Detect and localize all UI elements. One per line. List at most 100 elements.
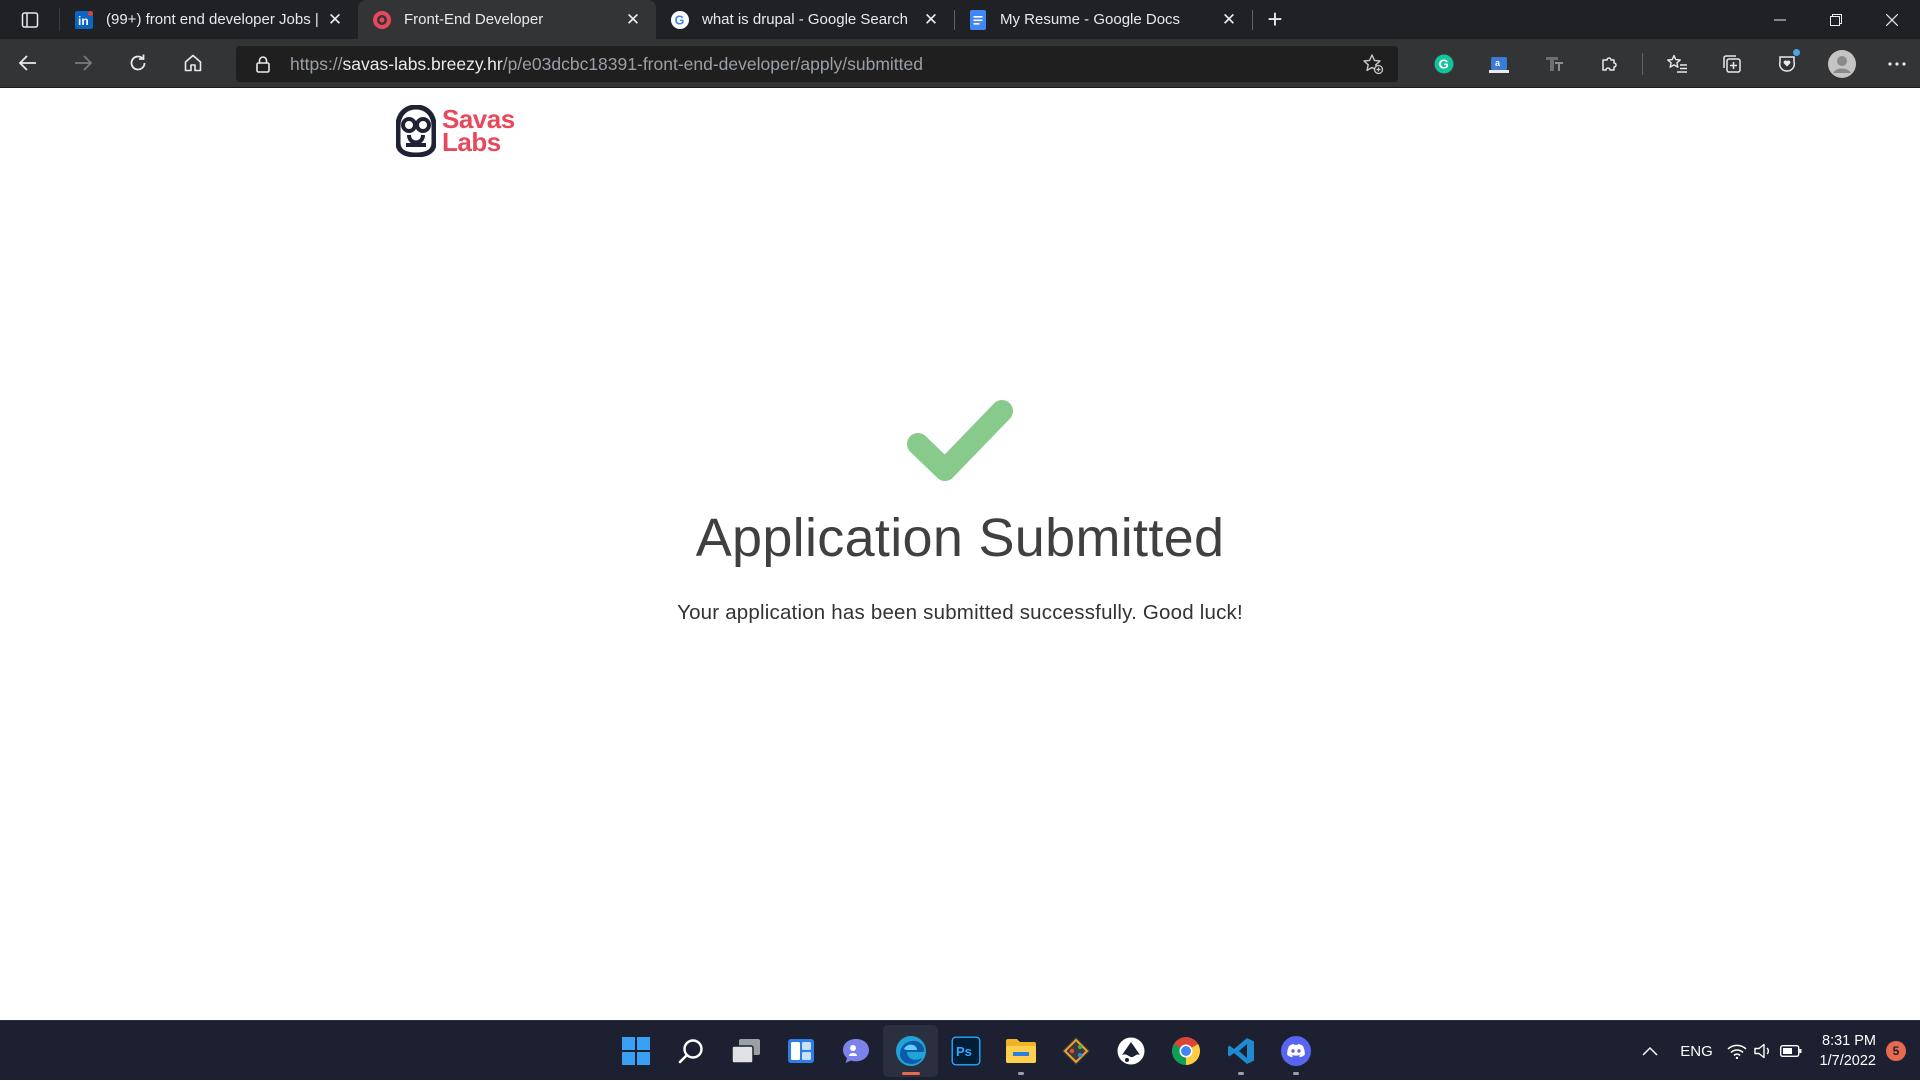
back-button[interactable] xyxy=(0,39,55,88)
wifi-icon xyxy=(1727,1044,1747,1059)
puzzle-icon xyxy=(1601,56,1617,71)
address-bar[interactable]: https://savas-labs.breezy.hr/p/e03dcbc18… xyxy=(236,46,1398,82)
favorites-list-icon xyxy=(1666,54,1687,73)
volume-status[interactable] xyxy=(1750,1021,1776,1081)
submission-confirmation: Application Submitted Your application h… xyxy=(0,397,1920,625)
collections-button[interactable] xyxy=(1704,39,1759,88)
forward-arrow-icon xyxy=(74,55,92,71)
settings-more-button[interactable] xyxy=(1869,39,1920,88)
grammarly-extension[interactable]: G xyxy=(1416,39,1471,88)
owl-logo-icon xyxy=(396,105,436,157)
git-button[interactable] xyxy=(1048,1025,1103,1077)
browser-tab-strip: in (99+) front end developer Jobs | ✕ Fr… xyxy=(0,0,1920,39)
google-docs-icon xyxy=(968,9,988,30)
teams-chat-button[interactable] xyxy=(828,1025,883,1077)
search-button[interactable] xyxy=(663,1025,718,1077)
url-scheme: https:// xyxy=(290,53,343,74)
new-tab-button[interactable]: + xyxy=(1252,0,1298,39)
widgets-button[interactable] xyxy=(773,1025,828,1077)
windows-start-icon xyxy=(621,1037,650,1065)
page-content: Savas Labs Application Submitted Your ap… xyxy=(0,89,1920,1020)
language-label: ENG xyxy=(1680,1042,1713,1060)
minimize-icon xyxy=(1774,19,1786,20)
file-explorer-button[interactable] xyxy=(993,1025,1048,1077)
logo-line-labs: Labs xyxy=(442,127,501,157)
home-icon xyxy=(184,54,201,72)
edge-taskbar-button[interactable] xyxy=(883,1025,938,1077)
teams-chat-icon xyxy=(842,1039,869,1063)
plus-icon: + xyxy=(1267,4,1283,34)
running-indicator xyxy=(901,1072,920,1075)
url-host: savas-labs.breezy.hr xyxy=(342,53,503,74)
battery-status[interactable] xyxy=(1776,1021,1806,1081)
tab-title: what is drupal - Google Search xyxy=(702,11,908,28)
discord-icon xyxy=(1280,1036,1311,1066)
browser-essentials-button[interactable] xyxy=(1759,39,1814,88)
refresh-icon xyxy=(130,54,145,71)
close-tab-icon[interactable]: ✕ xyxy=(920,9,942,31)
inkscape-button[interactable] xyxy=(1103,1025,1158,1077)
tab-google-docs[interactable]: My Resume - Google Docs ✕ xyxy=(954,0,1252,39)
forward-button[interactable] xyxy=(55,39,110,88)
restore-button[interactable] xyxy=(1808,0,1864,39)
close-tab-icon[interactable]: ✕ xyxy=(1218,9,1240,31)
page-title: Application Submitted xyxy=(695,508,1225,568)
tab-title: My Resume - Google Docs xyxy=(1000,11,1181,28)
notification-badge[interactable]: 5 xyxy=(1886,1041,1906,1061)
profile-button[interactable] xyxy=(1814,39,1869,88)
font-tool-icon xyxy=(1545,56,1563,71)
extensions-button[interactable] xyxy=(1581,39,1636,88)
close-tab-icon[interactable]: ✕ xyxy=(622,9,644,31)
task-view-icon xyxy=(730,1039,760,1064)
browser-toolbar: https://savas-labs.breezy.hr/p/e03dcbc18… xyxy=(0,39,1920,88)
vscode-button[interactable] xyxy=(1213,1025,1268,1077)
window-controls xyxy=(1752,0,1920,39)
lock-icon[interactable] xyxy=(252,53,274,75)
system-tray: ENG 8:31 PM 1/7/2022 5 xyxy=(1630,1021,1920,1081)
tab-linkedin[interactable]: in (99+) front end developer Jobs | ✕ xyxy=(60,0,358,39)
favorites-button[interactable] xyxy=(1649,39,1704,88)
start-button[interactable] xyxy=(608,1025,663,1077)
translate-extension[interactable]: a xyxy=(1471,39,1526,88)
notification-dot xyxy=(1793,49,1800,56)
clock-date: 1/7/2022 xyxy=(1819,1053,1876,1069)
svg-text:Ps: Ps xyxy=(956,1044,972,1059)
close-window-button[interactable] xyxy=(1864,0,1920,39)
clock[interactable]: 8:31 PM 1/7/2022 xyxy=(1820,1031,1876,1071)
svg-text:G: G xyxy=(1438,56,1448,71)
heart-shield-icon xyxy=(1778,55,1795,72)
tab-front-end-developer[interactable]: Front-End Developer ✕ xyxy=(358,0,656,39)
tab-title: (99+) front end developer Jobs | xyxy=(106,11,319,28)
wifi-status[interactable] xyxy=(1724,1021,1750,1081)
tab-google-search[interactable]: G what is drupal - Google Search ✕ xyxy=(656,0,954,39)
savas-labs-logo[interactable]: Savas Labs xyxy=(396,105,515,157)
tab-actions-icon xyxy=(21,11,38,28)
inkscape-icon xyxy=(1117,1037,1144,1065)
language-indicator[interactable]: ENG xyxy=(1670,1021,1724,1081)
chrome-button[interactable] xyxy=(1158,1025,1213,1077)
photoshop-button[interactable]: Ps xyxy=(938,1025,993,1077)
git-icon xyxy=(1061,1036,1090,1066)
chrome-icon xyxy=(1171,1037,1200,1065)
discord-button[interactable] xyxy=(1268,1025,1323,1077)
windows-taskbar: Ps ENG 8:31 PM 1/7/2022 5 xyxy=(0,1020,1920,1080)
close-tab-icon[interactable]: ✕ xyxy=(324,9,346,31)
svg-text:G: G xyxy=(675,13,685,27)
grammarly-icon: G xyxy=(1434,54,1453,73)
google-icon: G xyxy=(670,10,690,30)
vscode-icon xyxy=(1227,1038,1254,1064)
task-view-button[interactable] xyxy=(718,1025,773,1077)
minimize-button[interactable] xyxy=(1752,0,1808,39)
tab-actions-button[interactable] xyxy=(0,8,60,31)
more-dots-icon xyxy=(1887,61,1906,66)
font-extension[interactable] xyxy=(1526,39,1581,88)
logo-wordmark: Savas Labs xyxy=(442,105,515,157)
translate-icon: a xyxy=(1488,56,1509,73)
show-hidden-icons-button[interactable] xyxy=(1630,1021,1670,1081)
refresh-button[interactable] xyxy=(110,39,165,88)
add-favorite-icon[interactable] xyxy=(1362,53,1384,75)
home-button[interactable] xyxy=(165,39,220,88)
running-indicator xyxy=(1292,1072,1299,1075)
widgets-icon xyxy=(787,1039,814,1063)
speaker-icon xyxy=(1753,1043,1769,1059)
